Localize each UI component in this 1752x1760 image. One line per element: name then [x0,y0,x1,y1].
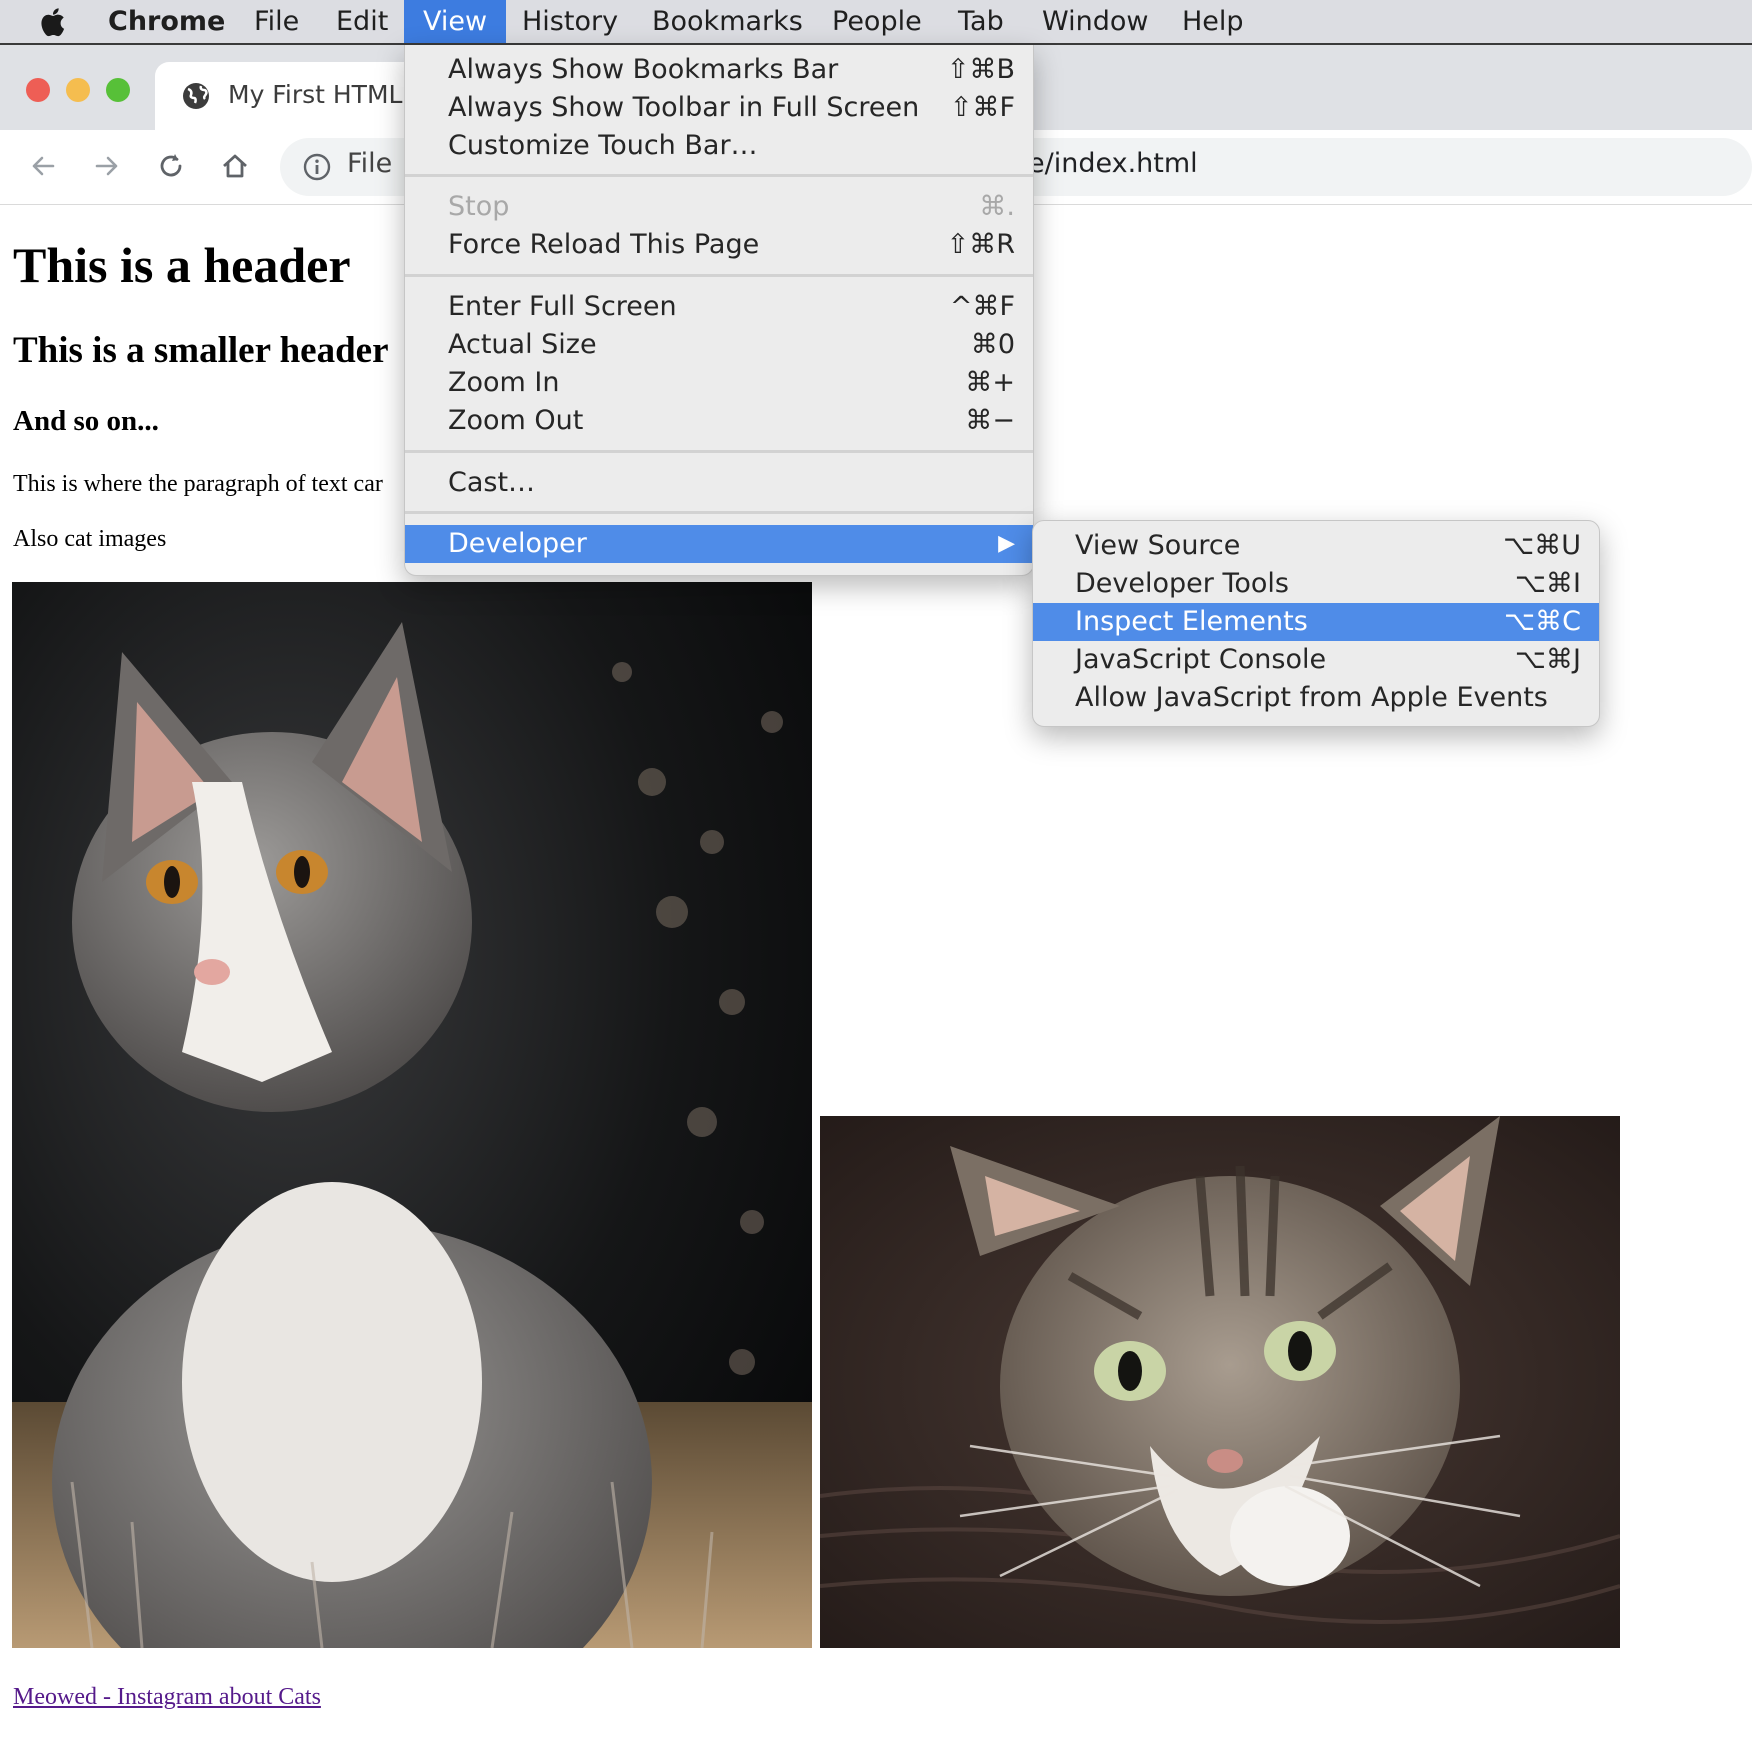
menu-item-view-source[interactable]: View Source ⌥⌘U [1033,527,1599,565]
zoom-window-button[interactable] [106,78,130,102]
page-heading-3: And so on... [13,405,159,437]
menubar-app-name[interactable]: Chrome [108,0,225,43]
menu-item-cast[interactable]: Cast… [405,464,1033,502]
menu-item-always-show-bookmarks-bar[interactable]: Always Show Bookmarks Bar ⇧⌘B [405,51,1033,89]
menubar-tab[interactable]: Tab [958,0,1004,43]
reload-icon[interactable] [155,150,187,182]
menubar-bookmarks[interactable]: Bookmarks [652,0,803,43]
address-path: e/index.html [1028,148,1198,179]
menubar-history[interactable]: History [522,0,618,43]
menu-item-force-reload[interactable]: Force Reload This Page ⇧⌘R [405,226,1033,264]
close-window-button[interactable] [26,78,50,102]
menu-separator [405,511,1033,514]
menubar-help[interactable]: Help [1182,0,1244,43]
developer-submenu: View Source ⌥⌘U Developer Tools ⌥⌘I Insp… [1032,520,1600,727]
page-paragraph-cats: Also cat images [13,526,167,552]
view-menu-dropdown: Always Show Bookmarks Bar ⇧⌘B Always Sho… [404,45,1034,576]
minimize-window-button[interactable] [66,78,90,102]
cat-image-looking-up [820,1116,1620,1648]
menubar-view[interactable]: View [404,0,507,43]
cat-image-sitting [12,582,812,1648]
menu-item-developer[interactable]: Developer ▶ [405,525,1033,563]
back-arrow-icon[interactable] [27,150,59,182]
submenu-arrow-icon: ▶ [998,531,1015,556]
menu-item-always-show-toolbar-fullscreen[interactable]: Always Show Toolbar in Full Screen ⇧⌘F [405,89,1033,127]
page-heading-1: This is a header [13,237,351,293]
menu-separator [405,274,1033,277]
menu-item-zoom-out[interactable]: Zoom Out ⌘− [405,402,1033,440]
macos-menu-bar: Chrome File Edit View History Bookmarks … [0,0,1752,45]
menu-separator [405,174,1033,177]
forward-arrow-icon[interactable] [91,150,123,182]
menu-item-zoom-in[interactable]: Zoom In ⌘+ [405,364,1033,402]
menubar-window[interactable]: Window [1042,0,1148,43]
menu-item-javascript-console[interactable]: JavaScript Console ⌥⌘J [1033,641,1599,679]
menu-item-stop: Stop ⌘. [448,191,1015,222]
menu-item-customize-touch-bar[interactable]: Customize Touch Bar… [405,127,1033,165]
page-heading-2: This is a smaller header [13,330,389,371]
info-icon[interactable] [302,152,332,182]
globe-icon [183,83,209,109]
home-icon[interactable] [219,150,251,182]
page-paragraph: This is where the paragraph of text car [13,471,383,497]
instagram-cats-link[interactable]: Meowed - Instagram about Cats [13,1684,321,1711]
menubar-edit[interactable]: Edit [336,0,388,43]
menu-item-allow-javascript-apple-events[interactable]: Allow JavaScript from Apple Events [1033,679,1599,717]
menubar-people[interactable]: People [832,0,922,43]
menu-item-actual-size[interactable]: Actual Size ⌘0 [405,326,1033,364]
menubar-file[interactable]: File [254,0,299,43]
menu-item-enter-full-screen[interactable]: Enter Full Screen ^⌘F [405,288,1033,326]
menu-item-developer-tools[interactable]: Developer Tools ⌥⌘I [1033,565,1599,603]
menu-separator [405,450,1033,453]
address-scheme: File [347,148,393,179]
tab-title: My First HTML I [228,80,418,109]
apple-icon[interactable] [38,6,66,38]
menu-item-inspect-elements[interactable]: Inspect Elements ⌥⌘C [1033,603,1599,641]
